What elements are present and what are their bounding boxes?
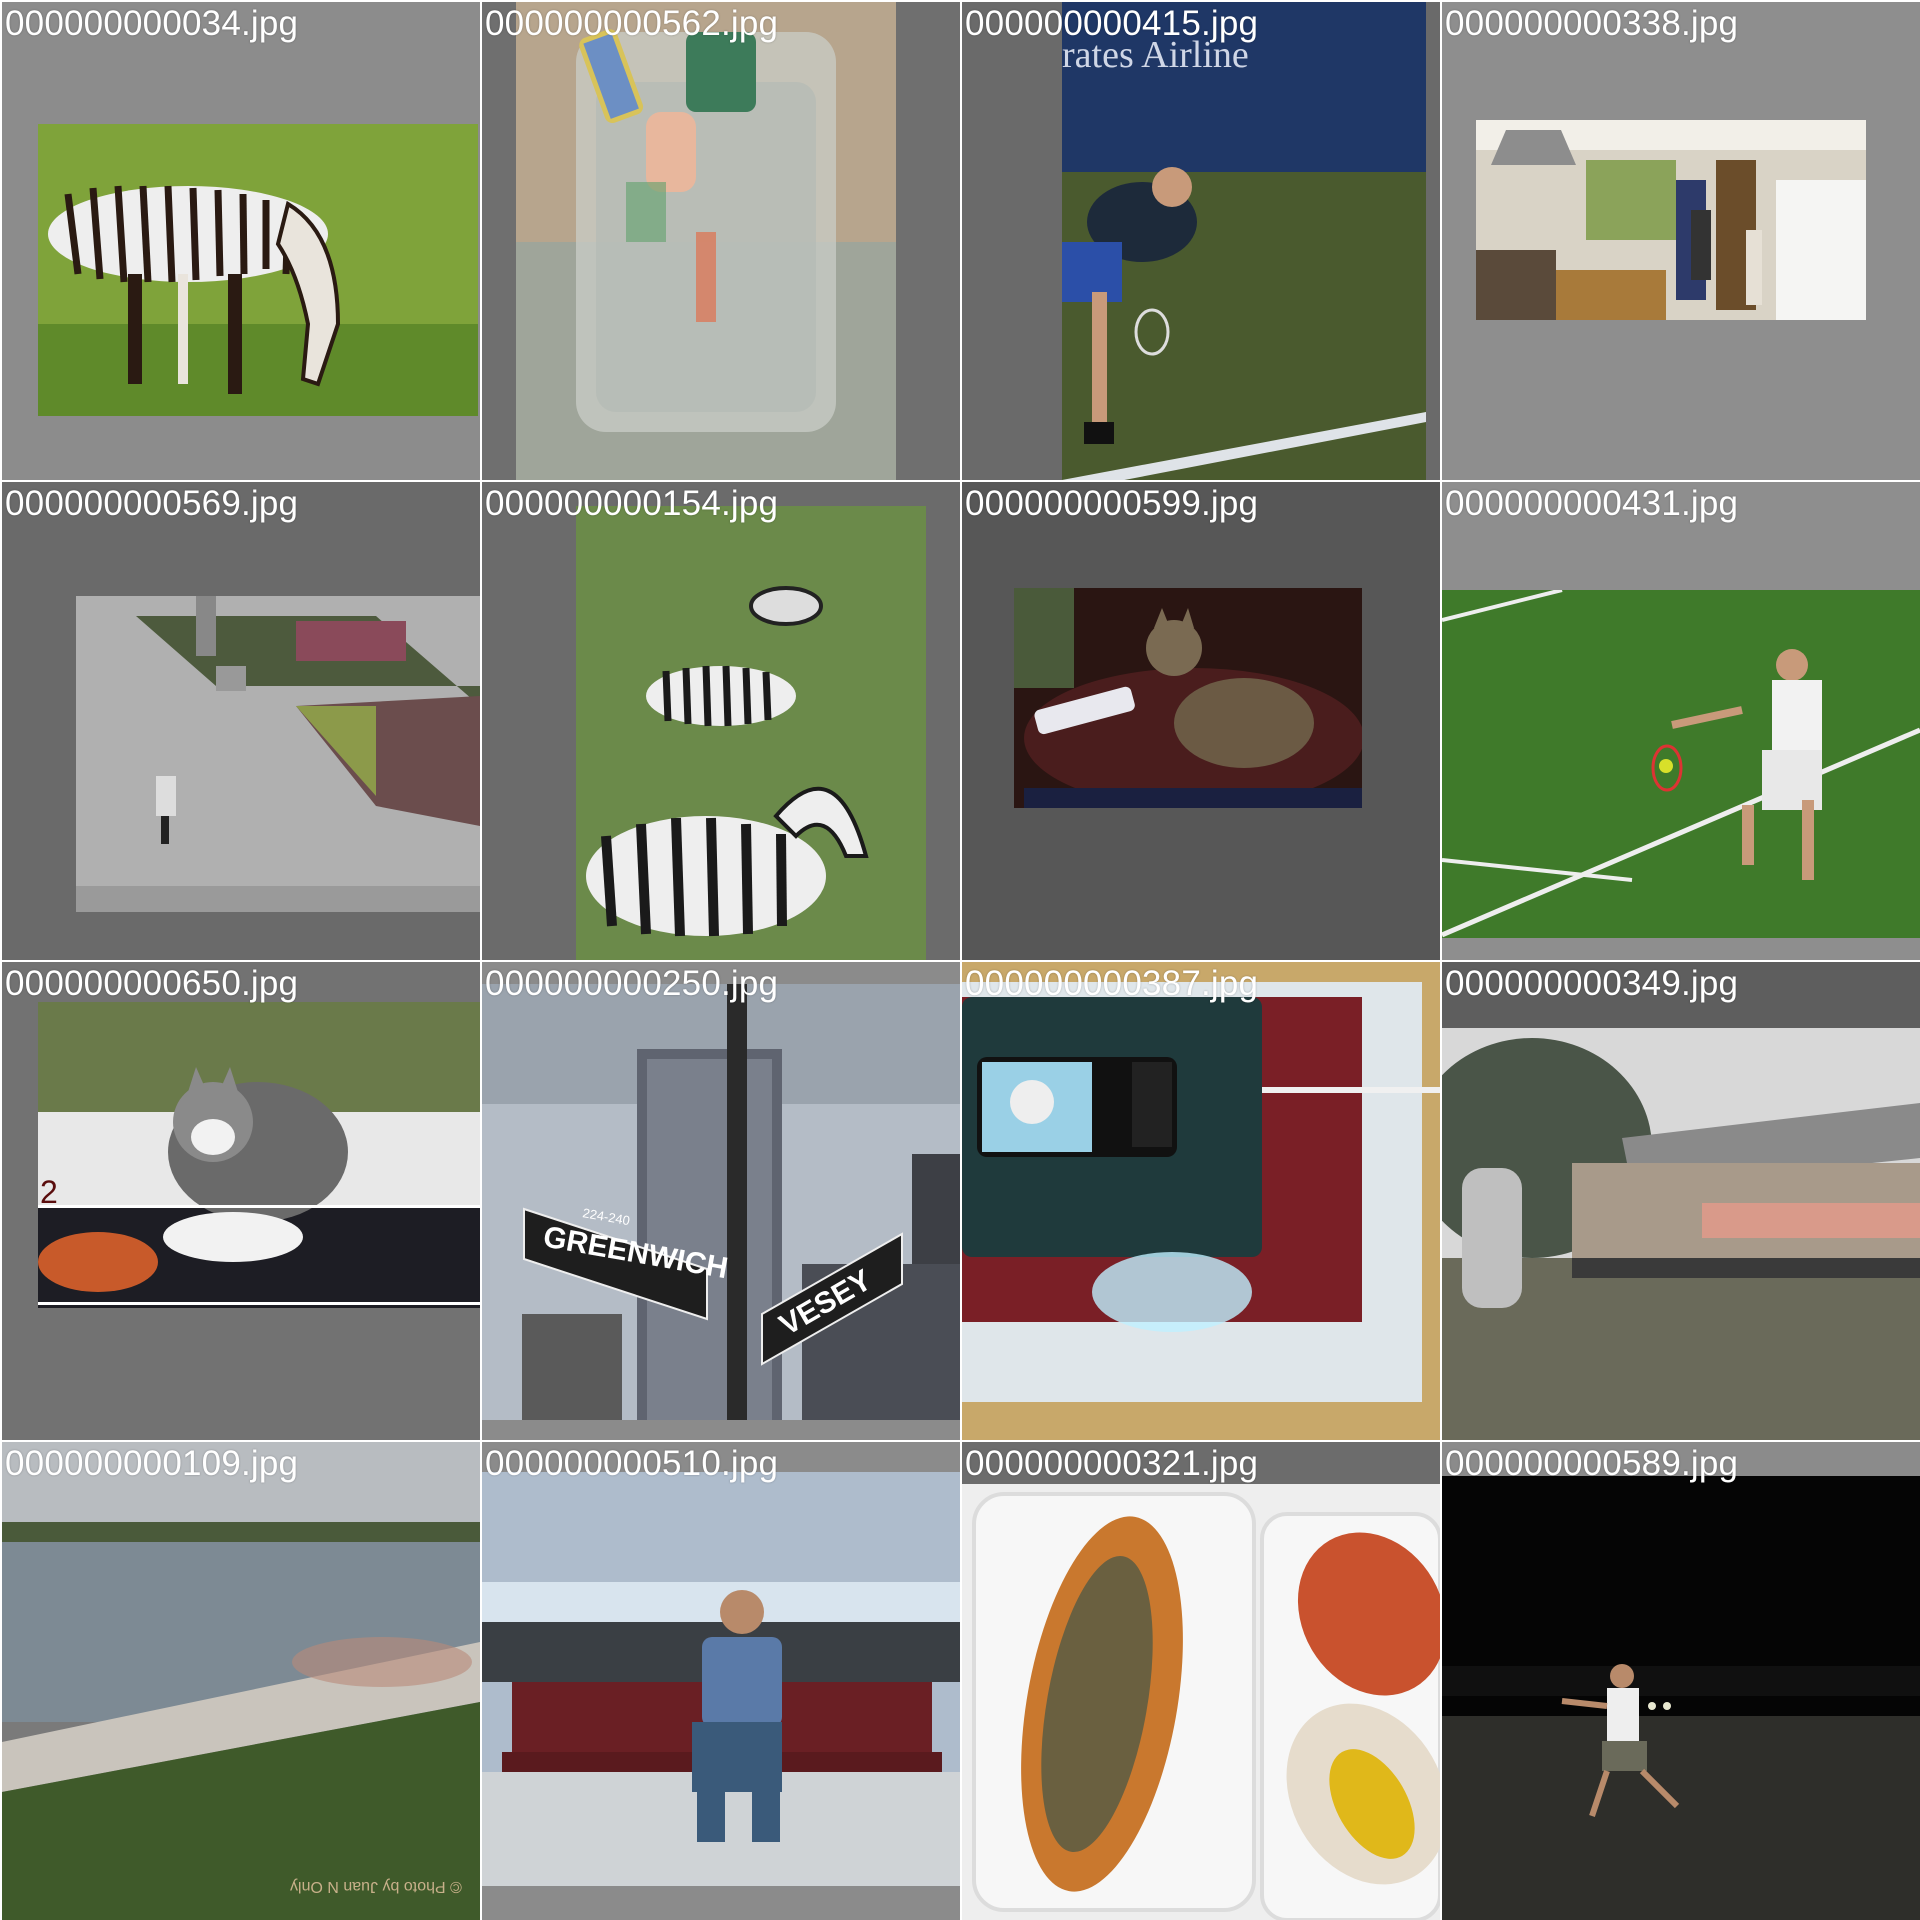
tile-000000000034[interactable]: 000000000034.jpg: [2, 2, 480, 480]
filename-label: 000000000154.jpg: [485, 484, 779, 523]
thumbnail-image[interactable]: [962, 1484, 1440, 1920]
filename-label: 000000000599.jpg: [965, 484, 1259, 523]
filename-label: 000000000562.jpg: [485, 4, 779, 43]
thumbnail-image[interactable]: [482, 1472, 960, 1886]
thumbnail-image[interactable]: © Photo by Juan N Only: [2, 1442, 480, 1920]
tile-000000000349[interactable]: 000000000349.jpg: [1442, 962, 1920, 1440]
filename-label: 000000000387.jpg: [965, 964, 1259, 1003]
thumbnail-image[interactable]: [1476, 120, 1866, 320]
overlay-number: 2: [40, 1174, 58, 1210]
thumbnail-image[interactable]: [76, 596, 480, 912]
tile-000000000562[interactable]: 000000000562.jpg: [482, 2, 960, 480]
thumbnail-image[interactable]: [576, 506, 926, 960]
thumbnail-image[interactable]: [516, 2, 896, 480]
thumbnail-image[interactable]: [38, 124, 478, 416]
tile-000000000650[interactable]: 2 000000000650.jpg: [2, 962, 480, 1440]
filename-label: 000000000510.jpg: [485, 1444, 779, 1483]
filename-label: 000000000569.jpg: [5, 484, 299, 523]
tile-000000000387[interactable]: 000000000387.jpg: [962, 962, 1440, 1440]
thumbnail-image[interactable]: [1442, 1476, 1920, 1920]
image-gallery-grid: 000000000034.jpg 000000000562.jpg rates …: [0, 0, 1920, 1920]
watermark-text: © Photo by Juan N Only: [290, 1878, 462, 1895]
filename-label: 000000000415.jpg: [965, 4, 1259, 43]
thumbnail-image[interactable]: [1442, 590, 1920, 938]
filename-label: 000000000250.jpg: [485, 964, 779, 1003]
filename-label: 000000000338.jpg: [1445, 4, 1739, 43]
thumbnail-image[interactable]: [1014, 588, 1362, 808]
tile-000000000599[interactable]: 000000000599.jpg: [962, 482, 1440, 960]
tile-000000000250[interactable]: GREENWICH 224-240 VESEY 000000000250.jpg: [482, 962, 960, 1440]
tile-000000000510[interactable]: 000000000510.jpg: [482, 1442, 960, 1920]
thumbnail-image[interactable]: [1442, 1028, 1920, 1440]
tile-000000000431[interactable]: 000000000431.jpg: [1442, 482, 1920, 960]
tile-000000000589[interactable]: 000000000589.jpg: [1442, 1442, 1920, 1920]
filename-label: 000000000349.jpg: [1445, 964, 1739, 1003]
tile-000000000321[interactable]: 000000000321.jpg: [962, 1442, 1440, 1920]
thumbnail-image[interactable]: GREENWICH 224-240 VESEY: [482, 984, 960, 1420]
filename-label: 000000000034.jpg: [5, 4, 299, 43]
tile-000000000569[interactable]: 000000000569.jpg: [2, 482, 480, 960]
filename-label: 000000000431.jpg: [1445, 484, 1739, 523]
tile-000000000154[interactable]: 000000000154.jpg: [482, 482, 960, 960]
tile-000000000338[interactable]: 000000000338.jpg: [1442, 2, 1920, 480]
filename-label: 000000000650.jpg: [5, 964, 299, 1003]
filename-label: 000000000589.jpg: [1445, 1444, 1739, 1483]
thumbnail-image[interactable]: [962, 962, 1440, 1440]
tile-000000000415[interactable]: rates Airline 000000000415.jpg: [962, 2, 1440, 480]
thumbnail-image[interactable]: rates Airline: [1062, 2, 1426, 480]
filename-label: 000000000109.jpg: [5, 1444, 299, 1483]
filename-label: 000000000321.jpg: [965, 1444, 1259, 1483]
thumbnail-image[interactable]: [38, 1002, 480, 1308]
tile-000000000109[interactable]: © Photo by Juan N Only 000000000109.jpg: [2, 1442, 480, 1920]
